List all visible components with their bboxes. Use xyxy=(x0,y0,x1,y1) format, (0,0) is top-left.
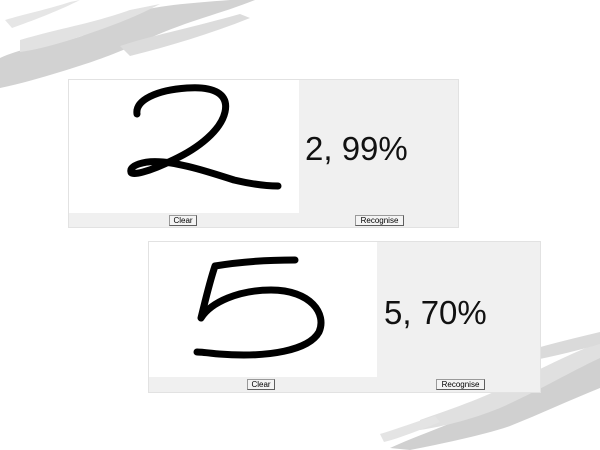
clear-button[interactable]: Clear xyxy=(169,215,197,226)
digit-recognizer-window-2: 5, 70% Clear Recognise xyxy=(148,241,541,393)
drawing-canvas-2[interactable] xyxy=(149,242,377,377)
handwritten-digit-5 xyxy=(193,256,325,359)
recognise-button[interactable]: Recognise xyxy=(436,379,485,390)
recognition-result: 5, 70% xyxy=(384,294,487,331)
recognition-result: 2, 99% xyxy=(305,130,408,167)
recognise-button[interactable]: Recognise xyxy=(355,215,404,226)
clear-button[interactable]: Clear xyxy=(247,379,275,390)
brush-stroke-decoration-top xyxy=(0,0,255,88)
digit-recognizer-window-1: 2, 99% Clear Recognise xyxy=(68,79,459,228)
drawing-canvas-1[interactable] xyxy=(69,80,299,213)
handwritten-digit-2 xyxy=(127,84,282,190)
